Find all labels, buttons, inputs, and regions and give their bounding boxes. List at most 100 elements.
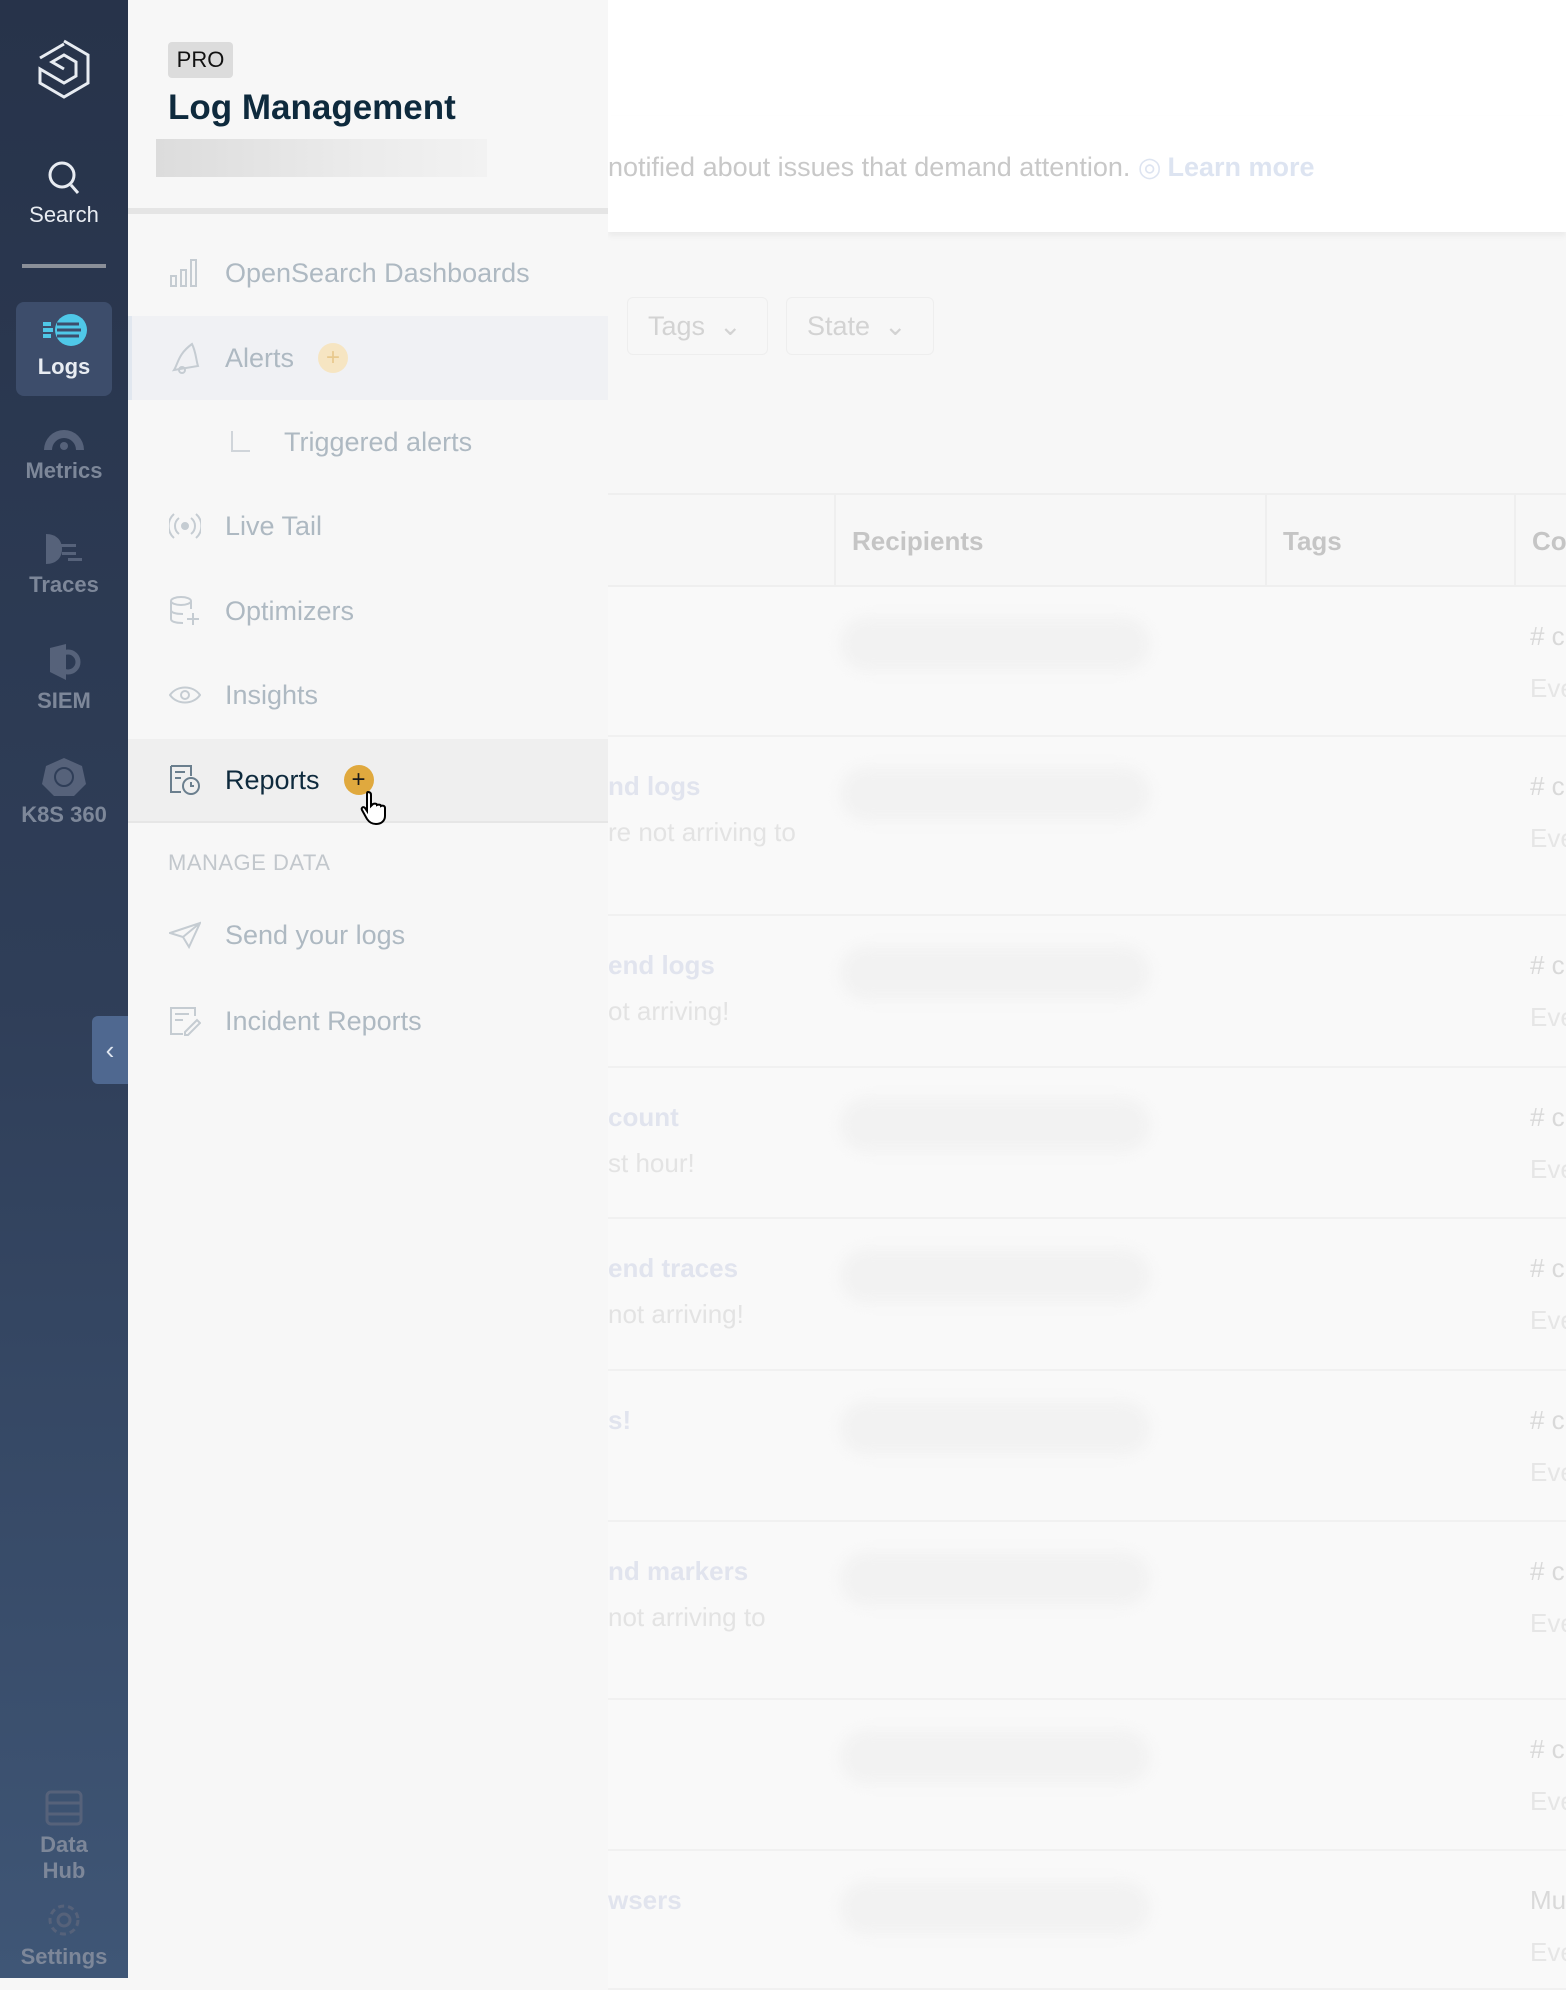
nav-send-your-logs[interactable]: Send your logs (128, 893, 608, 977)
nav-live-tail[interactable]: Live Tail (128, 484, 608, 568)
alert-description: not arriving! (608, 1299, 744, 1329)
alert-name[interactable]: count (608, 1102, 679, 1133)
redacted-account (156, 139, 487, 177)
rail-label: Traces (29, 572, 99, 597)
tree-branch-icon (224, 425, 258, 459)
condition-text: Mu (1530, 1885, 1566, 1915)
redacted-recipients (840, 617, 1150, 671)
nav-triggered-alerts[interactable]: Triggered alerts (128, 400, 608, 484)
nav-label: Optimizers (225, 595, 355, 626)
table-row[interactable]: nd logs re not arriving to # c Eve (608, 737, 1566, 916)
mouse-pointer-hand-icon (360, 790, 390, 831)
chevron-left-icon: ‹ (105, 1034, 115, 1065)
database-plus-icon (168, 594, 202, 628)
nav-label: Live Tail (225, 510, 323, 541)
alert-name[interactable]: end traces (608, 1253, 738, 1284)
condition-subtext: Eve (1530, 1786, 1566, 1816)
nav-opensearch-dashboards[interactable]: OpenSearch Dashboards (128, 231, 608, 315)
table-row[interactable]: s! # c Eve (608, 1371, 1566, 1522)
rail-label: Settings (20, 1944, 108, 1969)
nav-incident-reports[interactable]: Incident Reports (128, 979, 608, 1063)
bar-chart-icon (168, 256, 202, 290)
table-row[interactable]: # c Eve (608, 1700, 1566, 1851)
nav-label: Reports (225, 764, 320, 795)
nav-insights[interactable]: Insights (128, 653, 608, 737)
alert-name[interactable]: nd logs (608, 771, 700, 802)
search-icon (48, 161, 80, 194)
table-row[interactable]: nd markers not arriving to # c Eve (608, 1522, 1566, 1700)
rail-label: SIEM (37, 688, 91, 713)
table-row[interactable]: count st hour! # c Eve (608, 1068, 1566, 1219)
filter-label: State (807, 310, 871, 341)
app-logo-icon[interactable] (36, 38, 92, 105)
helm-icon (42, 758, 86, 796)
alert-name[interactable]: s! (608, 1405, 631, 1436)
table-row[interactable]: end traces not arriving! # c Eve (608, 1219, 1566, 1371)
tags-filter[interactable]: Tags ⌄ (627, 297, 768, 355)
broadcast-icon (168, 509, 202, 543)
alert-name[interactable]: end logs (608, 950, 715, 981)
condition-text: # c (1530, 1556, 1565, 1586)
rail-traces[interactable]: Traces (16, 532, 112, 598)
table-row[interactable]: # c Eve (608, 587, 1566, 737)
redacted-recipients (840, 1401, 1150, 1455)
learn-more-link[interactable]: Learn more (1167, 152, 1314, 182)
banner-text: notified about issues that demand attent… (608, 152, 1131, 182)
rail-divider (22, 264, 106, 268)
rail-label: K8S 360 (21, 802, 107, 827)
condition-text: # c (1530, 1405, 1565, 1435)
rail-logs[interactable]: Logs (16, 302, 112, 396)
state-filter[interactable]: State ⌄ (786, 297, 934, 355)
gear-icon (48, 1904, 80, 1936)
table-row[interactable]: end logs ot arriving! # c Eve (608, 916, 1566, 1068)
data-hub-icon (45, 1790, 83, 1826)
rail-siem[interactable]: SIEM (16, 642, 112, 714)
gauge-icon (44, 430, 84, 450)
column-tags[interactable]: Tags (1265, 495, 1342, 587)
section-manage-data: MANAGE DATA (168, 850, 331, 875)
redacted-recipients (840, 1881, 1150, 1935)
rail-search[interactable]: Search (16, 160, 112, 228)
rail-data-hub[interactable]: Data Hub (16, 1790, 112, 1884)
shield-icon (50, 644, 81, 680)
nav-label: Incident Reports (225, 1005, 422, 1036)
alert-description: ot arriving! (608, 996, 730, 1026)
alert-name[interactable]: wsers (608, 1885, 682, 1916)
chevron-down-icon: ⌄ (719, 310, 742, 341)
condition-text: # c (1530, 950, 1565, 980)
report-clock-icon (168, 763, 202, 797)
alert-name[interactable]: nd markers (608, 1556, 748, 1587)
condition-subtext: Eve (1530, 1457, 1566, 1487)
nav-label: Insights (225, 679, 319, 710)
add-alert-button[interactable]: + (318, 343, 349, 373)
condition-text: # c (1530, 771, 1565, 801)
rail-label: Logs (37, 354, 91, 379)
redacted-recipients (840, 767, 1150, 821)
rail-label: Search (29, 202, 99, 227)
nav-label: Alerts (225, 342, 295, 373)
rail-label: Data Hub (40, 1832, 88, 1883)
redacted-recipients (840, 946, 1150, 1000)
table-row[interactable]: wsers Mu Eve (608, 1851, 1566, 1990)
filter-label: Tags (648, 310, 706, 341)
rail-k8s[interactable]: K8S 360 (16, 756, 112, 828)
condition-text: # c (1530, 621, 1565, 651)
nav-alerts[interactable]: Alerts + (128, 316, 608, 400)
paper-plane-icon (168, 918, 202, 952)
rail-settings[interactable]: Settings (16, 1902, 112, 1970)
panel-title: Log Management (168, 88, 456, 127)
condition-subtext: Eve (1530, 1937, 1566, 1967)
redacted-recipients (840, 1098, 1150, 1152)
condition-subtext: Eve (1530, 1002, 1566, 1032)
edit-document-icon (168, 1004, 202, 1038)
alert-description: st hour! (608, 1148, 695, 1178)
collapse-sidebar-button[interactable]: ‹ (92, 1016, 128, 1084)
plan-badge: PRO (168, 42, 233, 78)
condition-text: # c (1530, 1102, 1565, 1132)
column-recipients[interactable]: Recipients (834, 495, 984, 587)
column-co[interactable]: Co (1514, 495, 1566, 587)
rail-metrics[interactable]: Metrics (16, 424, 112, 484)
condition-subtext: Eve (1530, 1608, 1566, 1638)
nav-optimizers[interactable]: Optimizers (128, 569, 608, 653)
rail-label: Metrics (25, 458, 103, 483)
